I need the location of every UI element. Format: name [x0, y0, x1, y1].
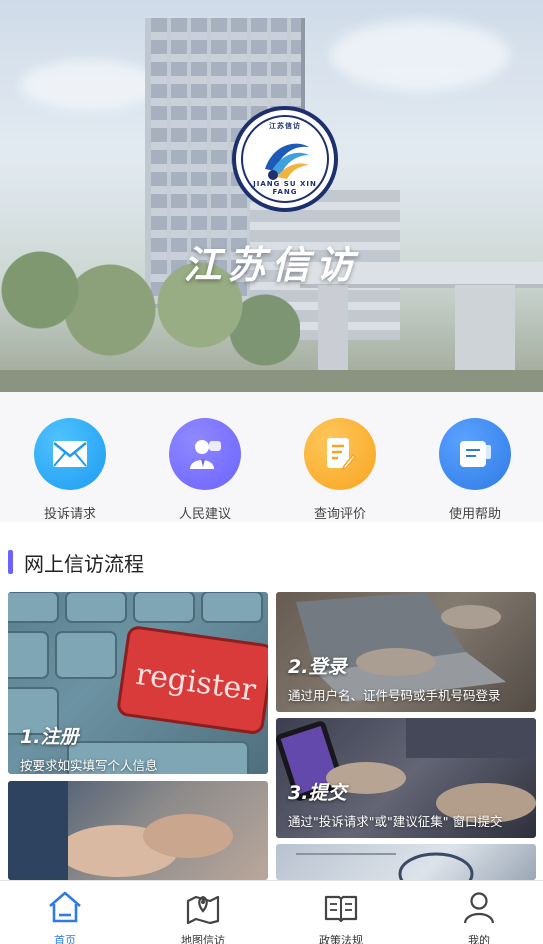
hero-banner: 江苏信访 JIANG SU XIN FANG 江苏信访	[0, 0, 543, 392]
step-card-handshake[interactable]	[8, 781, 268, 880]
tab-label: 首页	[54, 934, 76, 944]
step-card-chart[interactable]	[276, 844, 536, 880]
tab-profile[interactable]: 我的	[439, 889, 519, 944]
help-book-icon	[439, 418, 511, 490]
emblem-logo: 江苏信访 JIANG SU XIN FANG	[232, 106, 338, 212]
open-book-icon	[324, 895, 358, 923]
step-card-submit[interactable]: 3.提交 通过"投诉请求"或"建议征集" 窗口提交	[276, 718, 536, 838]
home-icon	[49, 891, 81, 923]
tab-label: 地图信访	[181, 934, 225, 944]
action-help[interactable]: 使用帮助	[420, 418, 530, 522]
tab-home[interactable]: 首页	[25, 889, 105, 944]
step-title: 2.登录	[288, 656, 347, 678]
action-query[interactable]: 查询评价	[285, 418, 395, 522]
document-edit-icon	[304, 418, 376, 490]
action-label: 使用帮助	[448, 507, 501, 522]
user-icon	[463, 892, 495, 924]
handshake-photo	[8, 781, 233, 880]
step-description: 通过用户名、证件号码或手机号码登录	[288, 688, 501, 703]
step-description: 通过"投诉请求"或"建议征集" 窗口提交	[288, 814, 503, 829]
action-label: 投诉请求	[43, 507, 96, 522]
section-title: 网上信访流程	[24, 552, 144, 576]
bottom-tab-bar: 首页 地图信访 政策法规 我的	[0, 880, 543, 944]
map-pin-icon	[186, 895, 220, 925]
quick-actions: 投诉请求 人民建议 查询评价 使用帮助	[0, 392, 543, 522]
step-title: 1.注册	[20, 726, 79, 748]
emblem-bottom-text: JIANG SU XIN FANG	[253, 180, 317, 196]
action-suggestion[interactable]: 人民建议	[150, 418, 260, 522]
tab-policy[interactable]: 政策法规	[301, 889, 381, 944]
chart-desk-photo	[296, 852, 474, 880]
action-label: 查询评价	[313, 507, 366, 522]
tab-label: 我的	[468, 934, 490, 944]
tab-label: 政策法规	[319, 934, 363, 944]
hero-title: 江苏信访	[183, 242, 360, 287]
action-label: 人民建议	[178, 507, 231, 522]
step-title: 3.提交	[288, 782, 347, 804]
tab-map[interactable]: 地图信访	[163, 889, 243, 944]
wave-emblem-icon	[265, 143, 309, 180]
person-chat-icon	[169, 418, 241, 490]
section-accent-bar	[8, 550, 13, 574]
emblem-top-text: 江苏信访	[269, 122, 301, 130]
section-header: 网上信访流程	[0, 538, 543, 586]
step-card-register[interactable]: register 1.注册 按要求如实填写个人信息	[8, 592, 268, 774]
step-description: 按要求如实填写个人信息	[20, 758, 158, 773]
action-complaint[interactable]: 投诉请求	[15, 418, 125, 522]
envelope-icon	[34, 418, 106, 490]
step-card-login[interactable]: 2.登录 通过用户名、证件号码或手机号码登录	[276, 592, 536, 712]
